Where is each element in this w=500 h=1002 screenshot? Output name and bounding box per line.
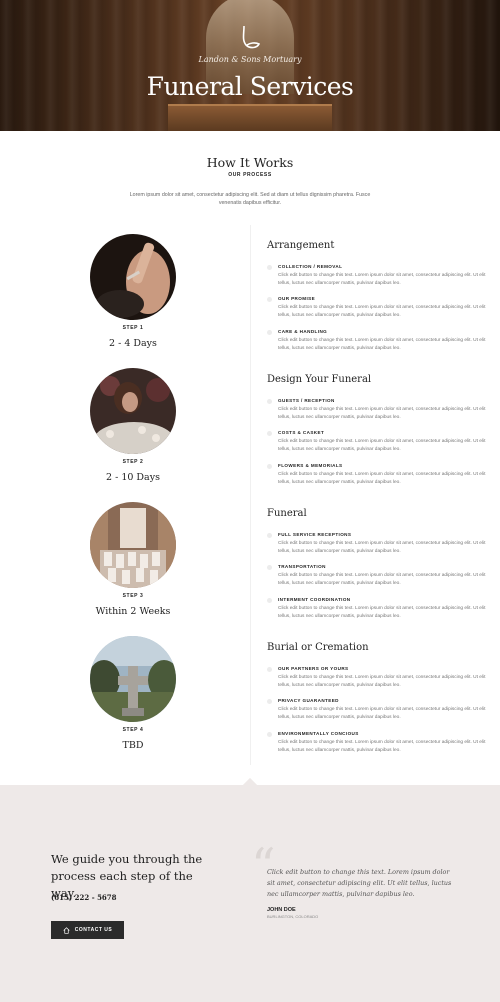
item-title: FLOWERS & MEMORIALS [278,463,343,468]
item-body: Click edit button to change this text. L… [278,740,486,753]
item-body: Click edit button to change this text. L… [278,573,486,586]
step-photo-chapel-chairs [90,502,176,588]
section-subtitle: OUR PROCESS [228,172,272,178]
item-title: GUESTS / RECEPTION [278,398,335,403]
step-duration: Within 2 Weeks [95,606,171,617]
item-title: OUR PARTNERS OR YOURS [278,666,349,671]
item-body: Click edit button to change this text. L… [278,472,486,485]
step-photo-woman-flowers [90,368,176,454]
hero-banner: Landon & Sons Mortuary Funeral Services [0,0,500,131]
item-title: CARE & HANDLING [278,329,328,334]
step-title: Burial or Cremation [267,642,369,653]
item-title: FULL SERVICE RECEPTIONS [278,532,352,537]
testimonial-quote: Click edit button to change this text. L… [267,868,452,898]
item-body: Click edit button to change this text. L… [278,338,486,351]
item-title: ENVIRONMENTALLY CONCIOUS [278,731,359,736]
hero-casket [168,104,332,131]
item-body: Click edit button to change this text. L… [278,606,486,619]
testimonial-name: JOHN DOE [267,907,296,913]
step-photo-grave-cross [90,636,176,722]
step-label: STEP 3 [122,593,144,599]
process-step: STEP 2 2 - 10 Days Design Your Funeral G… [0,368,500,502]
item-body: Click edit button to change this text. L… [278,305,486,318]
brand-name: Landon & Sons Mortuary [198,55,302,64]
process-step: STEP 4 TBD Burial or Cremation OUR PARTN… [0,636,500,770]
step-duration: 2 - 10 Days [106,472,160,483]
item-body: Click edit button to change this text. L… [278,675,486,688]
item-title: TRANSPORTATION [278,564,326,569]
bullet-icon [267,667,272,672]
item-title: OUR PROMISE [278,296,316,301]
item-title: COSTS & CASKET [278,430,325,435]
bullet-icon [267,265,272,270]
bullet-icon [267,431,272,436]
mortuary-logo-icon [242,25,261,49]
item-title: PRIVACY GUARANTEED [278,698,339,703]
section-title: How It Works [206,155,294,170]
item-body: Click edit button to change this text. L… [278,439,486,452]
step-label: STEP 4 [122,727,144,733]
bullet-icon [267,699,272,704]
contact-us-button[interactable]: CONTACT US [51,921,124,939]
testimonial-location: BURLINGTON, COLORADO [267,914,319,919]
item-title: COLLECTION / REMOVAL [278,264,343,269]
bullet-icon [267,297,272,302]
bullet-icon [267,399,272,404]
step-duration: TBD [122,740,144,751]
process-step: STEP 3 Within 2 Weeks Funeral FULL SERVI… [0,502,500,636]
item-body: Click edit button to change this text. L… [278,273,486,286]
item-body: Click edit button to change this text. L… [278,407,486,420]
bullet-icon [267,598,272,603]
bullet-icon [267,565,272,570]
step-duration: 2 - 4 Days [109,338,157,349]
step-title: Arrangement [267,240,335,251]
step-title: Funeral [267,508,307,519]
step-label: STEP 1 [122,325,144,331]
phone-number[interactable]: (615) 222 - 5678 [51,893,117,902]
process-step: STEP 1 2 - 4 Days Arrangement COLLECTION… [0,234,500,368]
bullet-icon [267,732,272,737]
page-title: Funeral Services [146,72,354,101]
item-body: Click edit button to change this text. L… [278,707,486,720]
item-title: INTERMENT COORDINATION [278,597,351,602]
contact-us-label: CONTACT US [74,927,113,933]
bullet-icon [267,464,272,469]
step-title: Design Your Funeral [267,374,372,385]
bullet-icon [267,330,272,335]
step-photo-hands [90,234,176,320]
item-body: Click edit button to change this text. L… [278,541,486,554]
step-label: STEP 2 [122,459,144,465]
bullet-icon [267,533,272,538]
home-icon [63,926,70,934]
section-description: Lorem ipsum dolor sit amet, consectetur … [129,192,371,206]
